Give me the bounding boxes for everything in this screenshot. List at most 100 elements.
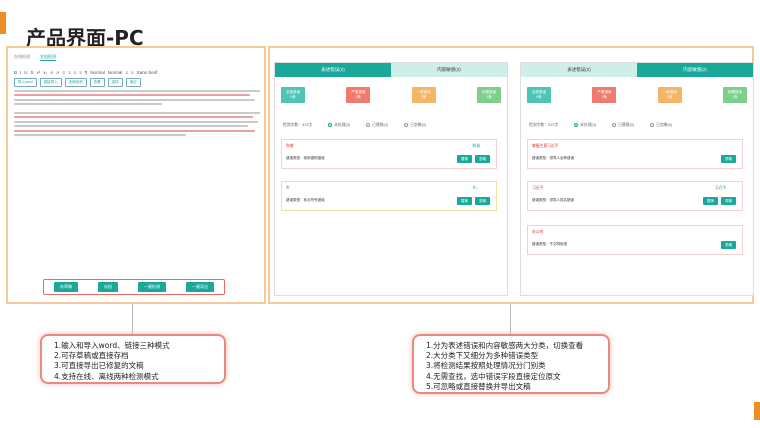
summary-card[interactable]: 全部错误 4条 — [527, 87, 551, 103]
radio-icon — [366, 123, 371, 127]
tab-expression-errors[interactable]: 表述错误(2) — [521, 63, 637, 77]
toolbar-item[interactable]: ¶ — [85, 70, 87, 75]
summary-card-count: 4条 — [536, 95, 542, 99]
callout-line: 4.无需查找，选中错误字段直接定位原文 — [426, 371, 561, 381]
text-line — [14, 90, 260, 92]
toolbar-item[interactable]: S — [31, 70, 34, 75]
corner-accent-bar — [754, 402, 760, 420]
filter-option[interactable]: 已忽略(0) — [404, 123, 426, 128]
toolbar-item[interactable]: B — [14, 70, 17, 75]
subtoolbar-button[interactable]: 全局检测 — [64, 78, 87, 87]
callout-line: 5.可忽略或直接替换并导出文稿 — [426, 381, 531, 391]
summary-card-count: 1条 — [486, 95, 492, 99]
review-panel-sensitive: 表述错误(2) 内容敏感(2) 全部错误 4条 严重错误 2条 一般错误 2条 轻微错误 1条… — [520, 62, 754, 296]
toolbar-item[interactable]: x₂ — [43, 70, 47, 75]
summary-card[interactable]: 一般错误 2条 — [657, 87, 682, 103]
toolbar-item[interactable]: ≡ — [68, 70, 71, 75]
title-accent-bar — [0, 12, 6, 34]
callout-pointer — [132, 304, 133, 334]
callout-line: 2.可存草稿或直接存档 — [54, 351, 129, 361]
toolbar-item[interactable]: I — [20, 70, 21, 75]
save-draft-button[interactable]: 存草稿 — [54, 282, 78, 292]
one-click-export-button[interactable]: 一键导出 — [186, 282, 214, 292]
callout-line: 3.可直接导出已修复的文稿 — [54, 361, 144, 371]
editor-tabs: 在线检测 文档检测 — [14, 54, 56, 61]
issue-item[interactable]: 掌握生意习近平 错误类型：领导人全称错误 忽略 — [527, 139, 743, 169]
toolbar-item[interactable]: ≡ — [74, 70, 77, 75]
summary-card[interactable]: 轻微错误 1条 — [476, 87, 501, 103]
issue-type: 错误类型：不文明用语 — [532, 242, 567, 246]
tab-content-sensitive[interactable]: 内容敏感(2) — [391, 63, 507, 77]
callout-line: 1.输入和导入word、链接三种模式 — [54, 341, 170, 350]
tab-online-check[interactable]: 在线检测 — [14, 54, 30, 61]
subtoolbar-button[interactable]: 链接导入 — [39, 78, 62, 87]
issue-item[interactable]: 毛公的错误类型：不文明用语 忽略 — [527, 225, 743, 255]
toolbar-item[interactable]: Normal — [108, 70, 123, 75]
subtoolbar-button[interactable]: 选择 — [107, 78, 123, 87]
filter-option[interactable]: 已忽略(0) — [650, 123, 672, 128]
replace-button[interactable]: 替换 — [457, 155, 472, 163]
filter-label: 已忽略(0) — [656, 123, 673, 127]
issue-item[interactable]: 习近平 习近平 错误类型：领导人姓名错误 替换 忽略 — [527, 181, 743, 211]
summary-card[interactable]: 严重错误 2条 — [346, 87, 371, 103]
summary-card[interactable]: 一般错误 2条 — [411, 87, 436, 103]
toolbar-item[interactable]: ≡ — [131, 70, 134, 75]
issue-item[interactable]: 和谱 和谐 错误类型：常用错别错误 替换 忽略 — [281, 139, 497, 169]
filter-option[interactable]: 未处理(3) — [328, 123, 350, 128]
summary-card[interactable]: 轻微错误 1条 — [722, 87, 747, 103]
ignore-button[interactable]: 忽略 — [721, 241, 736, 249]
tab-document-check[interactable]: 文档检测 — [40, 54, 56, 61]
ignore-button[interactable]: 忽略 — [721, 197, 736, 205]
toolbar-item[interactable]: Sans Serif — [137, 70, 158, 75]
editor-subtoolbar: 导入word 链接导入 全局检测 查看 选择 清空 — [14, 78, 141, 87]
review-panel-expression: 表述错误(2) 内容敏感(2) 全部错误 4条 严重错误 2条 一般错误 2条 轻微错误 1条… — [274, 62, 508, 296]
summary-card[interactable]: 全部错误 4条 — [281, 87, 305, 103]
issue-word: 习近平 — [532, 186, 544, 190]
toolbar-item[interactable]: ≡ — [62, 70, 65, 75]
text-line — [14, 125, 248, 128]
filter-option[interactable]: 已替换(0) — [366, 123, 388, 128]
ignore-button[interactable]: 忽略 — [721, 155, 736, 163]
callout-review-features: 1.分为表述错误和内容敏感两大分类，切换查看 2.大分类下又细分为多种错误类型 … — [412, 334, 610, 394]
summary-card[interactable]: 严重错误 2条 — [592, 87, 617, 103]
text-line — [14, 98, 256, 101]
replace-button[interactable]: 替换 — [703, 197, 718, 205]
filter-label: 检测字数：313字 — [283, 123, 313, 127]
filter-row: 检测字数：313字 未处理(3) 已替换(0) 已忽略(0) — [283, 123, 426, 128]
callout-editor-features: 1.输入和导入word、链接三种模式 2.可存草稿或直接存档 3.可直接导出已修… — [40, 334, 226, 384]
filter-label: 检测字数：313字 — [529, 123, 559, 127]
toolbar-item[interactable]: ≡ — [79, 70, 82, 75]
radio-icon — [650, 123, 655, 127]
ignore-button[interactable]: 忽略 — [475, 197, 490, 205]
subtoolbar-button[interactable]: 导入word — [14, 78, 37, 87]
issue-suggestion: 习近平 — [714, 186, 726, 190]
toolbar-item[interactable]: A — [56, 70, 59, 75]
filter-label: 未处理(3) — [334, 123, 351, 127]
subtoolbar-button[interactable]: 清空 — [125, 78, 141, 87]
filter-label: 已忽略(0) — [410, 123, 427, 127]
subtoolbar-button[interactable]: 查看 — [89, 78, 105, 87]
filter-option[interactable]: 已替换(0) — [612, 123, 634, 128]
toolbar-item[interactable]: Normal — [90, 70, 105, 75]
issue-item[interactable]: 乡 乡。 错误类型：标点符号错误 替换 忽略 — [281, 181, 497, 211]
issue-word: 乡 — [286, 186, 290, 190]
replace-button[interactable]: 替换 — [457, 197, 472, 205]
issue-word: 毛公的 — [532, 230, 544, 234]
filter-label: 已替换(0) — [618, 123, 635, 127]
editor-text-area[interactable] — [14, 90, 260, 138]
editor-action-buttons: 存草稿 存档 一键检测 一键导出 — [43, 279, 225, 295]
one-click-check-button[interactable]: 一键检测 — [138, 282, 166, 292]
toolbar-item[interactable]: ≡ — [125, 70, 128, 75]
archive-button[interactable]: 存档 — [98, 282, 118, 292]
toolbar-item[interactable]: x² — [37, 70, 41, 75]
summary-card-count: 2条 — [420, 95, 427, 99]
tab-expression-errors[interactable]: 表述错误(2) — [275, 63, 391, 77]
callout-line: 2.大分类下又细分为多种错误类型 — [426, 351, 539, 361]
filter-option[interactable]: 未处理(3) — [574, 123, 596, 128]
ignore-button[interactable]: 忽略 — [475, 155, 490, 163]
toolbar-item[interactable]: A — [50, 70, 53, 75]
tab-content-sensitive[interactable]: 内容敏感(2) — [637, 63, 753, 77]
toolbar-item[interactable]: U — [24, 70, 27, 75]
error-summary-cards: 全部错误 4条 严重错误 2条 一般错误 2条 轻微错误 1条 — [527, 87, 747, 103]
filter-label: 未处理(3) — [580, 123, 597, 127]
